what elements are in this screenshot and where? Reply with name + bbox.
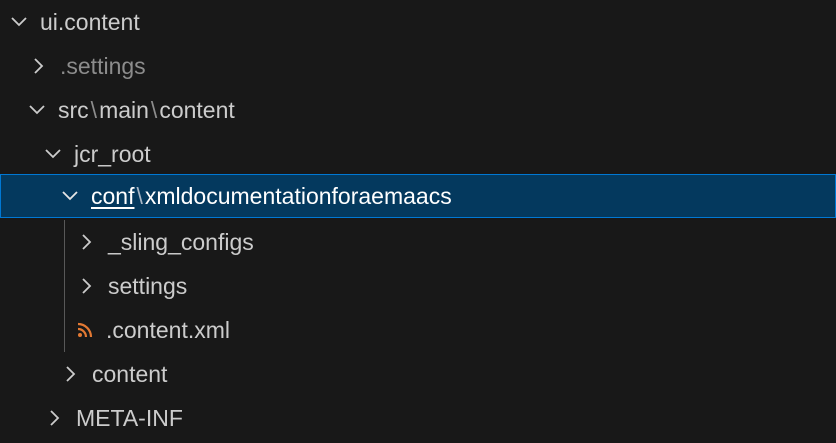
chevron-down-icon[interactable] <box>61 187 79 205</box>
path-segment-conf[interactable]: conf <box>91 183 134 209</box>
tree-item-sling-configs[interactable]: _sling_configs <box>0 220 836 264</box>
chevron-down-icon[interactable] <box>44 145 62 163</box>
tree-item-settings-folder[interactable]: .settings <box>0 44 836 88</box>
path-separator: \ <box>136 183 143 209</box>
chevron-right-icon[interactable] <box>30 57 48 75</box>
chevron-right-icon[interactable] <box>78 233 96 251</box>
path-separator: \ <box>150 97 158 123</box>
tree-item-meta-inf[interactable]: META-INF <box>0 396 836 440</box>
path-separator: \ <box>90 97 98 123</box>
file-explorer-tree: ui.content .settings src\main\content jc… <box>0 0 836 443</box>
chevron-down-icon[interactable] <box>28 101 46 119</box>
tree-item-label: ui.content <box>40 9 140 35</box>
tree-item-label: src\main\content <box>58 88 235 132</box>
chevron-right-icon[interactable] <box>62 365 80 383</box>
tree-item-content[interactable]: content <box>0 352 836 396</box>
tree-item-label: META-INF <box>76 405 183 431</box>
tree-item-label: conf\xmldocumentationforaemaacs <box>91 174 452 218</box>
tree-item-label: _sling_configs <box>108 229 254 255</box>
tree-item-src-main-content[interactable]: src\main\content <box>0 88 836 132</box>
path-segment: content <box>159 97 235 123</box>
path-segment: main <box>99 97 149 123</box>
rss-feed-icon <box>76 321 94 339</box>
tree-item-content-xml[interactable]: .content.xml <box>0 308 836 352</box>
tree-item-settings[interactable]: settings <box>0 264 836 308</box>
tree-item-ui-content[interactable]: ui.content <box>0 0 836 44</box>
tree-item-label: .settings <box>60 53 146 79</box>
path-segment: xmldocumentationforaemaacs <box>144 183 452 209</box>
tree-item-label: .content.xml <box>106 317 230 343</box>
tree-item-jcr-root[interactable]: jcr_root <box>0 132 836 176</box>
tree-item-label: content <box>92 361 168 387</box>
tree-item-label: settings <box>108 273 188 299</box>
chevron-down-icon[interactable] <box>10 13 28 31</box>
tree-item-label: jcr_root <box>74 141 151 167</box>
chevron-right-icon[interactable] <box>46 409 64 427</box>
tree-item-conf-xmldocumentationforaemaacs[interactable]: conf\xmldocumentationforaemaacs <box>0 174 836 218</box>
chevron-right-icon[interactable] <box>78 277 96 295</box>
path-segment: src <box>58 97 89 123</box>
